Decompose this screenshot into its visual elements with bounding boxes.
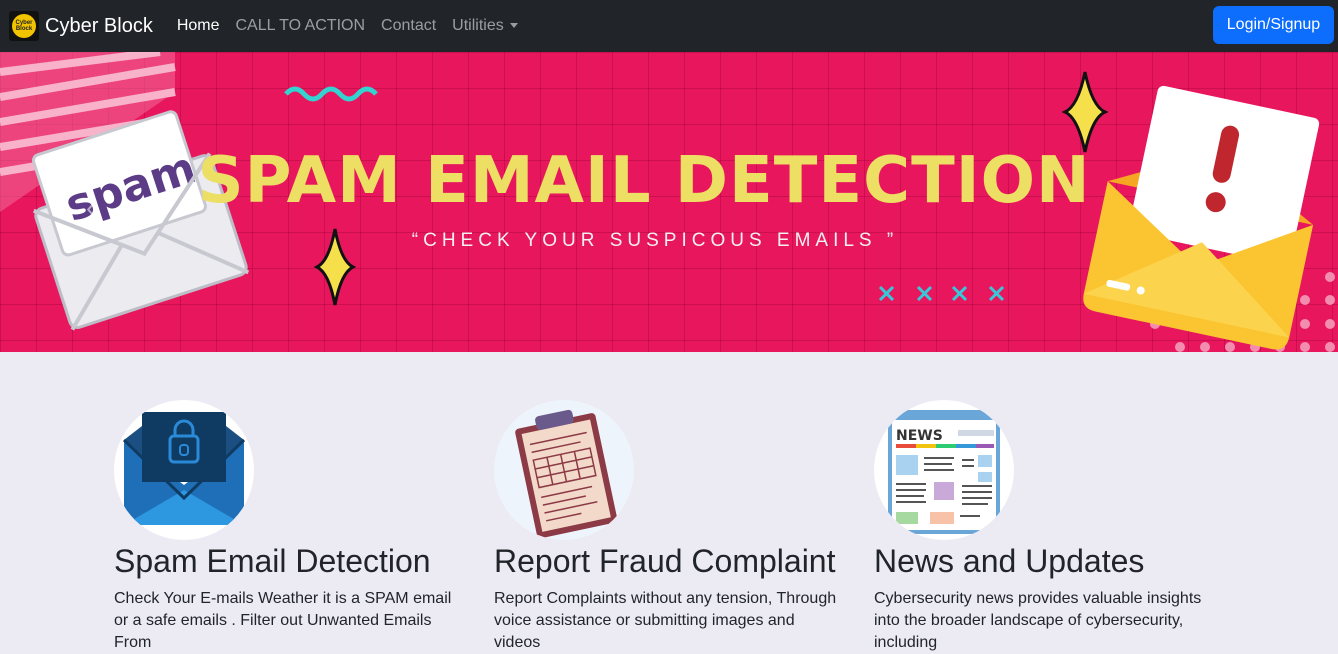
clipboard-graphic	[515, 409, 618, 539]
squiggle-decoration	[284, 86, 378, 102]
news-label: NEWS	[896, 428, 943, 444]
navbar: Cyber Block Cyber Block Home CALL TO ACT…	[0, 0, 1338, 52]
nav-link-home[interactable]: Home	[177, 17, 220, 35]
newspaper-icon[interactable]: NEWS	[874, 400, 1014, 540]
card-text: Cybersecurity news provides valuable ins…	[874, 590, 1202, 651]
card-title: Report Fraud Complaint	[494, 543, 836, 579]
cross-marks-decoration	[878, 285, 1005, 302]
newspaper-graphic: NEWS	[888, 410, 1000, 534]
carousel-next-icon[interactable]: ›	[1238, 192, 1247, 224]
banner-subtitle: “CHECK YOUR SUSPICOUS EMAILS ”	[411, 230, 899, 251]
card-text: Check Your E-mails Weather it is a SPAM …	[114, 590, 452, 651]
carousel-prev-icon[interactable]: ‹	[86, 192, 95, 224]
feature-card-news: NEWS News and Updates Cybersecurity news…	[874, 400, 1224, 654]
nav-link-call-to-action[interactable]: CALL TO ACTION	[236, 17, 366, 35]
nav-dropdown-utilities[interactable]: Utilities	[452, 17, 518, 35]
star-icon	[1061, 71, 1109, 153]
clipboard-icon[interactable]	[494, 400, 634, 540]
feature-card-report: Report Fraud Complaint Report Complaints…	[494, 400, 844, 654]
caret-down-icon	[509, 23, 518, 29]
locked-envelope-graphic	[122, 412, 246, 525]
hero-banner: spam SPAM EMAIL DETECTION “CHECK YOUR SU…	[0, 52, 1338, 352]
nav-link-contact[interactable]: Contact	[381, 17, 436, 35]
brand-logo: Cyber Block	[9, 11, 39, 41]
card-title: Spam Email Detection	[114, 543, 431, 579]
feature-card-spam: Spam Email Detection Check Your E-mails …	[114, 400, 464, 654]
locked-envelope-icon[interactable]	[114, 400, 254, 540]
brand-name: Cyber Block	[45, 14, 153, 37]
card-title: News and Updates	[874, 543, 1145, 579]
nav-dropdown-utilities-label: Utilities	[452, 17, 504, 34]
brand-logo-text: Cyber Block	[12, 14, 36, 38]
banner-title: SPAM EMAIL DETECTION	[197, 144, 1091, 218]
brand[interactable]: Cyber Block Cyber Block	[9, 11, 153, 41]
login-signup-button[interactable]: Login/Signup	[1213, 6, 1334, 44]
card-text: Report Complaints without any tension, T…	[494, 590, 837, 651]
nav-links: Home CALL TO ACTION Contact Utilities	[177, 17, 534, 35]
